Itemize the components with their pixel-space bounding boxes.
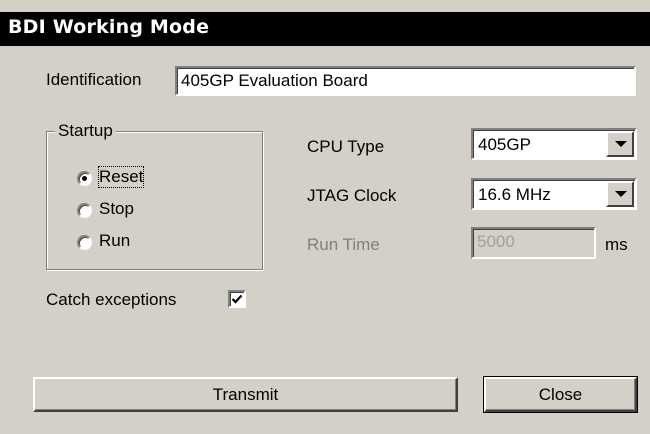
cpu-type-value: 405GP [478, 135, 531, 154]
run-time-label: Run Time [307, 235, 380, 254]
close-button[interactable]: Close [483, 376, 638, 413]
startup-group [46, 131, 263, 270]
transmit-button[interactable]: Transmit [33, 377, 458, 412]
chevron-down-icon [615, 191, 627, 197]
bdi-working-mode-dialog: BDI Working Mode Identification 405GP Ev… [0, 0, 650, 434]
jtag-clock-select[interactable]: 16.6 MHz [471, 178, 637, 210]
window-title: BDI Working Mode [8, 16, 210, 38]
startup-reset-radio[interactable] [77, 171, 92, 186]
cpu-type-label: CPU Type [307, 137, 385, 156]
checkmark-icon [231, 294, 243, 304]
cpu-type-dropdown-button[interactable] [606, 131, 634, 157]
startup-stop-label[interactable]: Stop [99, 199, 134, 219]
startup-run-radio[interactable] [77, 235, 92, 250]
catch-exceptions-checkbox[interactable] [228, 290, 246, 308]
catch-exceptions-label: Catch exceptions [46, 290, 177, 309]
jtag-clock-label: JTAG Clock [307, 186, 397, 205]
jtag-clock-value: 16.6 MHz [478, 185, 551, 204]
window-top-edge [0, 0, 650, 12]
startup-stop-radio[interactable] [77, 203, 92, 218]
cpu-type-select[interactable]: 405GP [471, 128, 637, 160]
identification-label: Identification [46, 70, 142, 89]
jtag-clock-dropdown-button[interactable] [606, 181, 634, 207]
run-time-unit: ms [605, 235, 628, 254]
title-bar[interactable]: BDI Working Mode [0, 12, 650, 46]
radio-selected-dot [82, 176, 87, 181]
startup-group-label: Startup [55, 121, 116, 141]
startup-run-label[interactable]: Run [99, 231, 130, 251]
chevron-down-icon [615, 141, 627, 147]
identification-input[interactable]: 405GP Evaluation Board [175, 66, 636, 96]
startup-reset-label[interactable]: Reset [97, 166, 145, 188]
run-time-input[interactable]: 5000 [471, 227, 596, 259]
